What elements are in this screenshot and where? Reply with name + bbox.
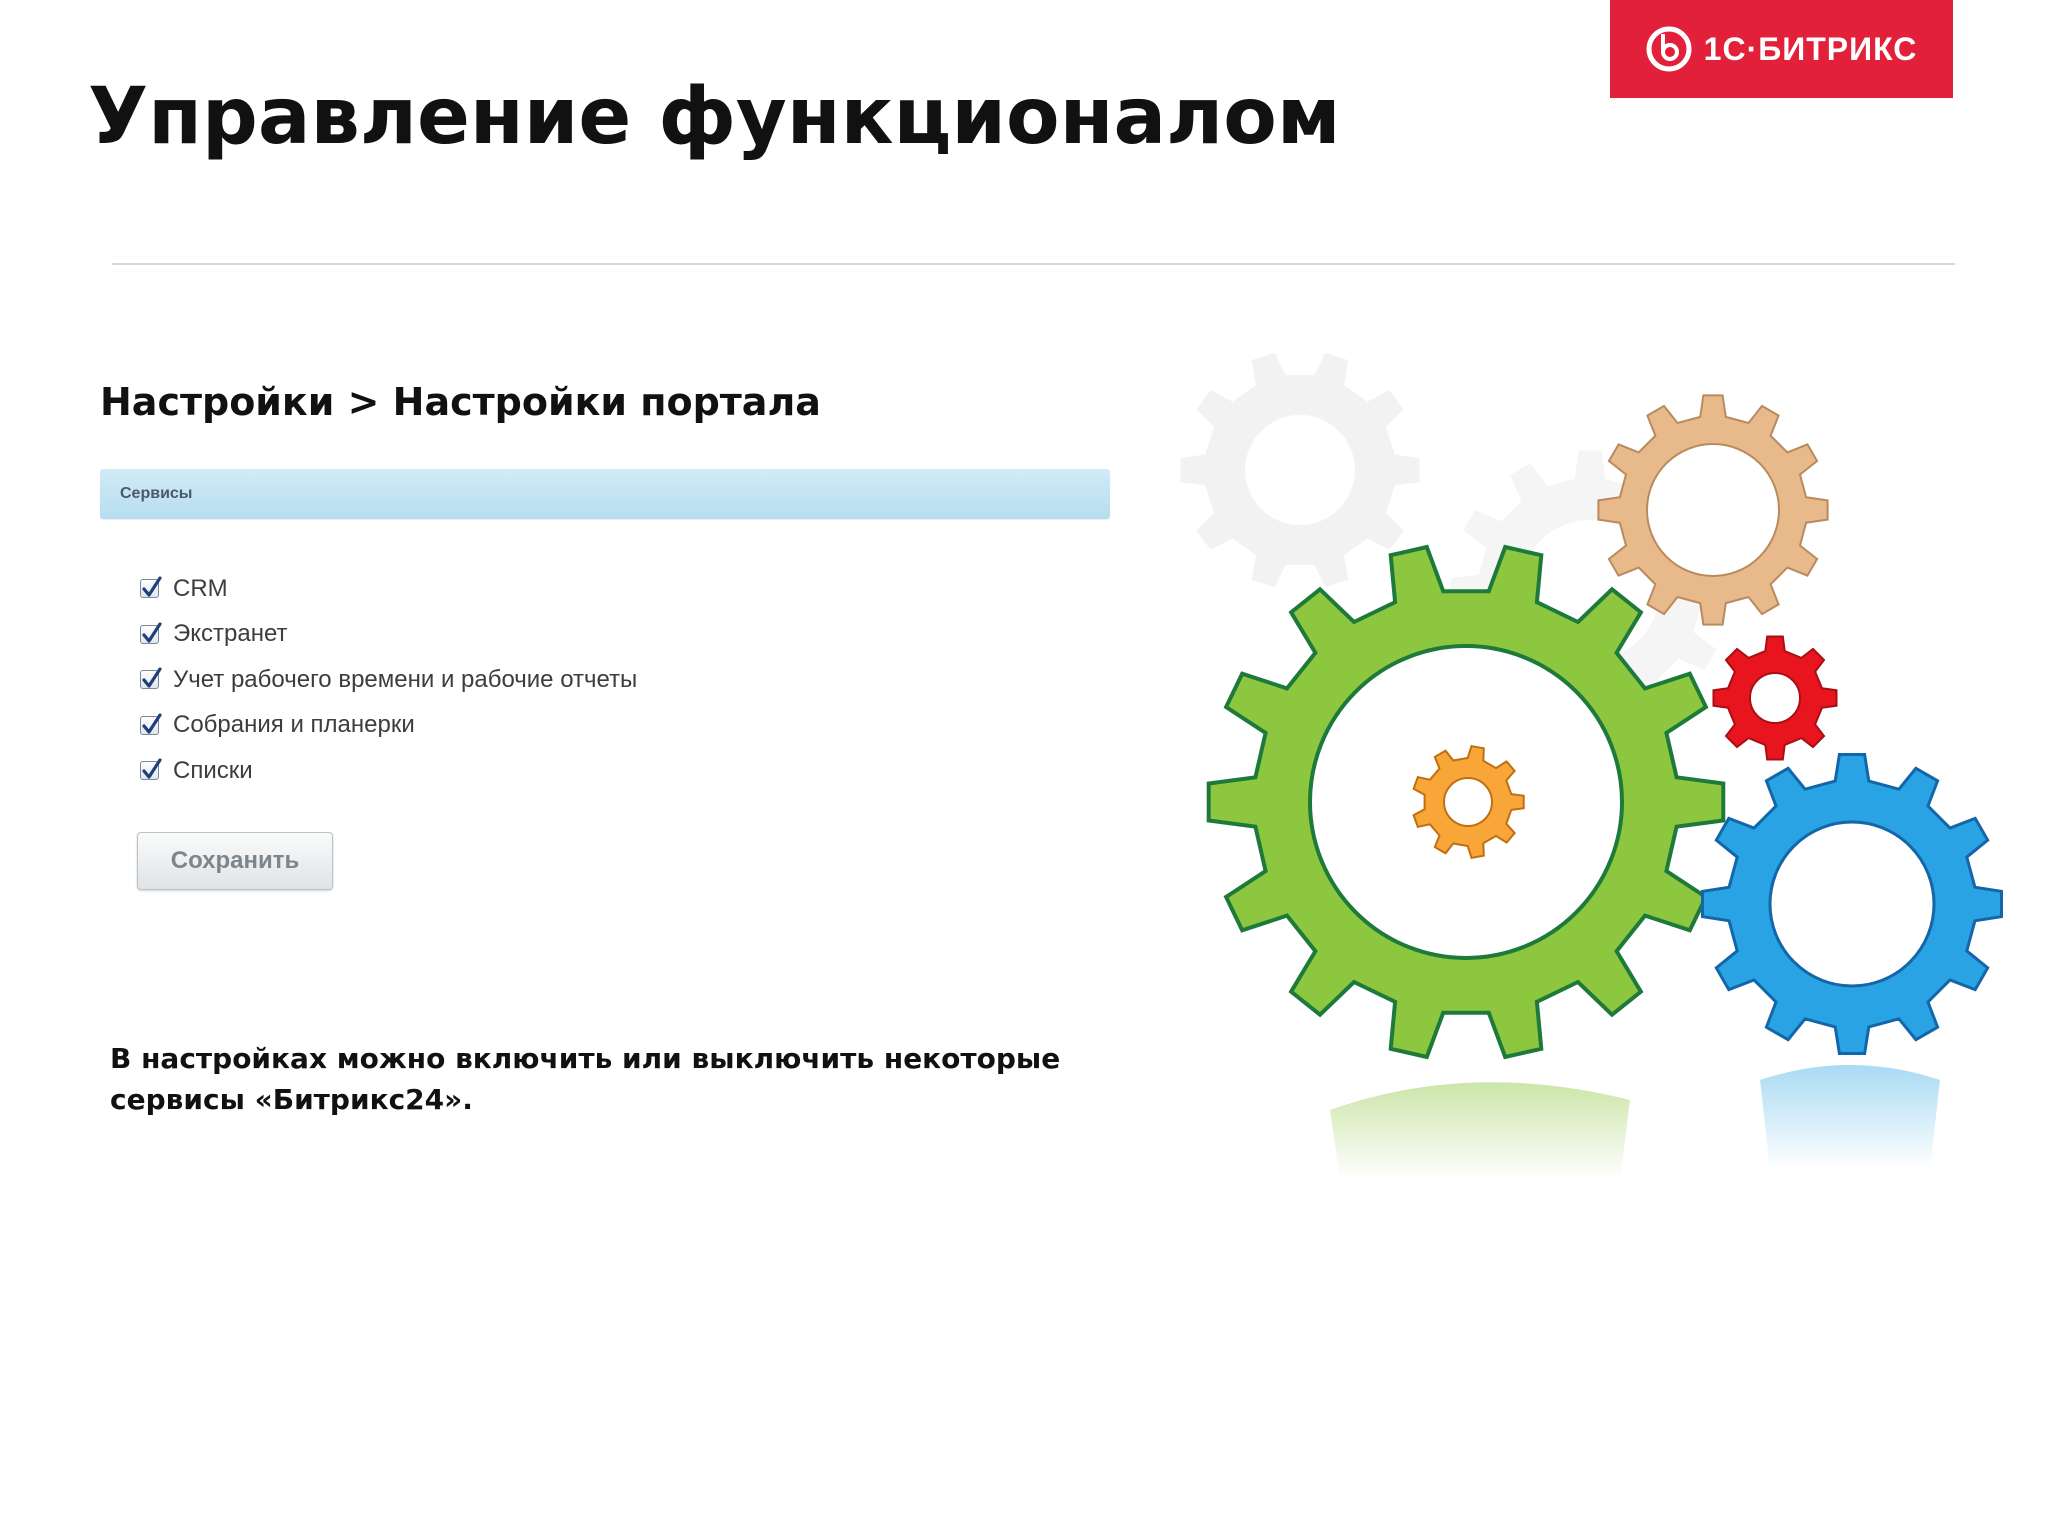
service-item-meetings[interactable]: Собрания и планерки [140,703,637,749]
service-label: Собрания и планерки [173,711,415,739]
checkbox-icon[interactable] [140,576,162,599]
blue-gear [1701,753,2003,1055]
blue-gear-hole [1768,820,1936,988]
bitrix-logo-icon [1646,26,1692,72]
checkmark-icon [142,576,162,597]
slide-description: В настройках можно включить или выключит… [110,1038,1070,1120]
description-line-2: сервисы «Битрикс24». [110,1083,473,1116]
background-gear-hole [1245,415,1355,525]
service-label: Экстранет [173,620,288,648]
service-item-timeman[interactable]: Учет рабочего времени и рабочие отчеты [140,657,637,703]
slide-title: Управление функционалом [88,72,1341,162]
checkmark-icon [142,713,162,734]
save-button[interactable]: Сохранить [137,832,333,890]
tan-gear-hole [1646,443,1780,577]
services-panel-title: Сервисы [120,485,193,502]
service-item-extranet[interactable]: Экстранет [140,612,637,658]
orange-gear-hole [1443,777,1493,827]
brand-logo: 1С·БИТРИКС [1610,0,1953,98]
service-item-crm[interactable]: CRM [140,566,637,612]
service-label: CRM [173,574,228,602]
gears-icon [1180,352,2003,1180]
service-label: Списки [173,756,253,784]
blue-gear-reflection [1760,1065,1940,1170]
service-item-lists[interactable]: Списки [140,748,637,794]
services-panel-header: Сервисы [100,469,1110,519]
checkbox-icon[interactable] [140,713,162,735]
checkmark-icon [142,667,162,688]
breadcrumb: Настройки > Настройки портала [100,380,821,424]
red-gear [1712,635,1838,761]
red-gear-hole [1749,672,1801,724]
title-divider [112,263,1955,265]
service-label: Учет рабочего времени и рабочие отчеты [173,665,638,693]
checkmark-icon [142,758,162,779]
checkbox-icon[interactable] [140,758,162,781]
services-list: CRM Экстранет Учет рабочего времени и ра… [140,566,637,794]
green-gear-reflection [1330,1082,1630,1180]
checkbox-icon[interactable] [140,622,162,644]
checkmark-icon [142,622,162,643]
checkbox-icon[interactable] [140,667,162,690]
description-line-1: В настройках можно включить или выключит… [110,1042,1061,1075]
brand-logo-text: 1С·БИТРИКС [1703,30,1918,67]
